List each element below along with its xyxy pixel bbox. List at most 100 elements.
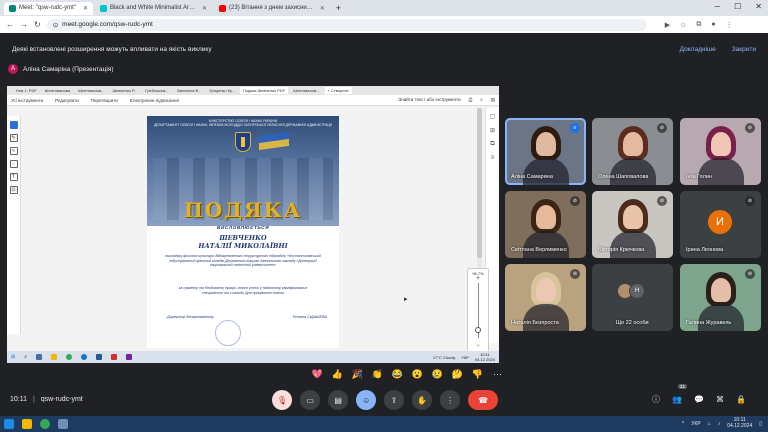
- participant-body: [698, 304, 744, 331]
- search-icon: ⌕: [480, 97, 483, 102]
- layers-icon: ≡: [490, 155, 495, 161]
- participant-tile[interactable]: ≡ Аліна Самарина: [505, 118, 586, 185]
- chrome-icon[interactable]: [40, 419, 50, 429]
- participant-name: Світлана Верлименко: [511, 247, 567, 253]
- details-link[interactable]: Докладніше: [680, 46, 716, 53]
- more-options-button[interactable]: ⋮: [440, 390, 461, 410]
- reaction-emoji[interactable]: 👎: [472, 369, 483, 380]
- taskbar-lang[interactable]: УКР: [691, 421, 700, 427]
- captions-button[interactable]: ▤: [328, 390, 349, 410]
- stamp-tool-icon: ⊡: [9, 186, 18, 194]
- participant-tile[interactable]: ⊘ Галина Журавель: [680, 264, 761, 331]
- reaction-emoji[interactable]: 👍: [332, 369, 343, 380]
- chat-icon[interactable]: 💬: [694, 395, 704, 404]
- participant-face: [536, 132, 556, 156]
- participant-tile[interactable]: Н Ще 22 особи: [592, 264, 673, 331]
- url-field[interactable]: ⊙ meet.google.com/qsw-rudc-ymt: [46, 18, 647, 31]
- reload-icon[interactable]: ↻: [34, 20, 41, 29]
- participant-tile[interactable]: ⊘ Наталія Безпроста: [505, 264, 586, 331]
- camera-permission-icon[interactable]: ▶: [665, 21, 670, 29]
- recipient-surname: ШЕВЧЕНКО: [219, 234, 267, 242]
- close-tab-icon[interactable]: ✕: [202, 5, 207, 12]
- more-icon: ⋮: [446, 395, 455, 405]
- taskbar-clock[interactable]: 10:11 04.12.2024: [727, 417, 752, 429]
- close-banner-button[interactable]: Закрити: [732, 46, 756, 53]
- pdf-document-page: МІНІСТЕРСТВО ОСВІТИ І НАУКИ УКРАЇНИ ДЕПА…: [147, 116, 339, 348]
- folder-icon[interactable]: [22, 419, 32, 429]
- camera-button[interactable]: ▭: [300, 390, 321, 410]
- reaction-emoji[interactable]: 😮: [412, 369, 423, 380]
- menu-icon[interactable]: ⋮: [726, 21, 733, 29]
- meeting-code: qsw-rudc-ymt: [40, 396, 83, 403]
- info-icon[interactable]: ⓘ: [652, 394, 660, 405]
- acrobat-icon: [111, 354, 118, 360]
- call-controls: 🎙 ▭ ▤ ☺ ⇪ ✋ ⋮ ☎: [272, 390, 499, 410]
- reaction-emoji[interactable]: 🎉: [352, 369, 363, 380]
- bookmark-icon[interactable]: ☆: [680, 21, 686, 29]
- zoom-panel: 96,7% + −: [467, 268, 489, 352]
- word-icon: [96, 354, 103, 360]
- photos-icon[interactable]: [58, 419, 68, 429]
- back-icon[interactable]: ←: [6, 20, 14, 29]
- reaction-emoji[interactable]: 🤔: [452, 369, 463, 380]
- participant-tile[interactable]: ⊘ Інга Голин: [680, 118, 761, 185]
- extensions-icon[interactable]: ⧉: [696, 21, 701, 29]
- forward-icon[interactable]: →: [20, 20, 28, 29]
- participant-body: [698, 158, 744, 185]
- volume-icon[interactable]: ♪: [718, 421, 721, 427]
- network-icon[interactable]: ⌂: [708, 421, 711, 427]
- zoom-in-icon: +: [476, 276, 480, 282]
- participant-tile[interactable]: ⊘ Світлана Верлименко: [505, 191, 586, 258]
- minimize-icon[interactable]: ─: [714, 2, 720, 11]
- participant-tile[interactable]: ⊘ Олена Шаповалова: [592, 118, 673, 185]
- site-info-icon[interactable]: ⊙: [53, 21, 58, 29]
- certificate-title: ПОДЯКА: [183, 198, 303, 222]
- tool-edit: Редагувати: [55, 97, 79, 103]
- notifications-icon[interactable]: ▯: [759, 421, 762, 427]
- emoji-button[interactable]: ☺: [356, 390, 377, 410]
- captions-icon: ▤: [334, 395, 342, 405]
- speaking-indicator-icon: ≡: [570, 123, 580, 133]
- reaction-emoji[interactable]: ⋯: [492, 369, 503, 380]
- reaction-emoji[interactable]: 😂: [392, 369, 403, 380]
- end-call-button[interactable]: ☎: [468, 390, 499, 410]
- participant-body: [523, 231, 569, 258]
- meet-side-controls: ⓘ 👥 💬 ⌘ 🔒: [652, 394, 746, 405]
- close-tab-icon[interactable]: ✕: [83, 5, 88, 12]
- present-button[interactable]: ⇪: [384, 390, 405, 410]
- start-icon: ⊞: [11, 354, 16, 360]
- shared-app-tab: Гребільник...: [145, 88, 169, 93]
- activities-icon[interactable]: ⌘: [716, 395, 724, 404]
- tray-arrow-icon[interactable]: ^: [682, 421, 684, 427]
- meeting-info: 10:11 | qsw-rudc-ymt: [10, 396, 83, 403]
- new-tab-button[interactable]: +: [336, 3, 341, 13]
- participant-name: Наталія Безпроста: [511, 320, 559, 326]
- participant-face: [536, 205, 556, 229]
- start-icon[interactable]: [4, 419, 14, 429]
- participant-face: [623, 132, 643, 156]
- system-tray: ^ УКР ⌂ ♪ 10:11 04.12.2024 ▯: [682, 417, 762, 429]
- browser-tab-canva[interactable]: Black and White Minimalist Ar… ✕: [95, 2, 212, 15]
- canva-favicon-icon: [99, 4, 107, 12]
- close-window-icon[interactable]: ✕: [755, 2, 762, 11]
- participant-tile[interactable]: И ⊘ Ірина Леонова: [680, 191, 761, 258]
- host-controls-icon[interactable]: 🔒: [736, 395, 746, 404]
- reaction-emoji[interactable]: 😢: [432, 369, 443, 380]
- shared-app-tab: Заволоха В...: [176, 88, 202, 93]
- chrome-icon: [66, 354, 73, 360]
- raise-hand-button[interactable]: ✋: [412, 390, 433, 410]
- reaction-emoji[interactable]: 👏: [372, 369, 383, 380]
- browser-tab-youtube[interactable]: (23) Вітання з днем захисни… ✕: [214, 2, 330, 15]
- signer-title: Директор департаменту: [167, 315, 214, 319]
- people-icon[interactable]: 👥: [672, 395, 682, 404]
- participant-name: Інга Голин: [686, 174, 712, 180]
- profile-icon[interactable]: ●: [711, 21, 715, 29]
- close-tab-icon[interactable]: ✕: [320, 5, 325, 12]
- tab-label: Black and White Minimalist Ar…: [109, 5, 195, 11]
- mic-off-button[interactable]: 🎙: [272, 390, 293, 410]
- browser-tab-meet[interactable]: Meet: "qsw-rudc-ymt" ✕: [4, 1, 93, 15]
- muted-mic-icon: ⊘: [570, 196, 580, 206]
- maximize-icon[interactable]: ☐: [734, 2, 741, 11]
- reaction-emoji[interactable]: 💖: [312, 369, 323, 380]
- participant-tile[interactable]: ⊘ Вікторія Крючкова: [592, 191, 673, 258]
